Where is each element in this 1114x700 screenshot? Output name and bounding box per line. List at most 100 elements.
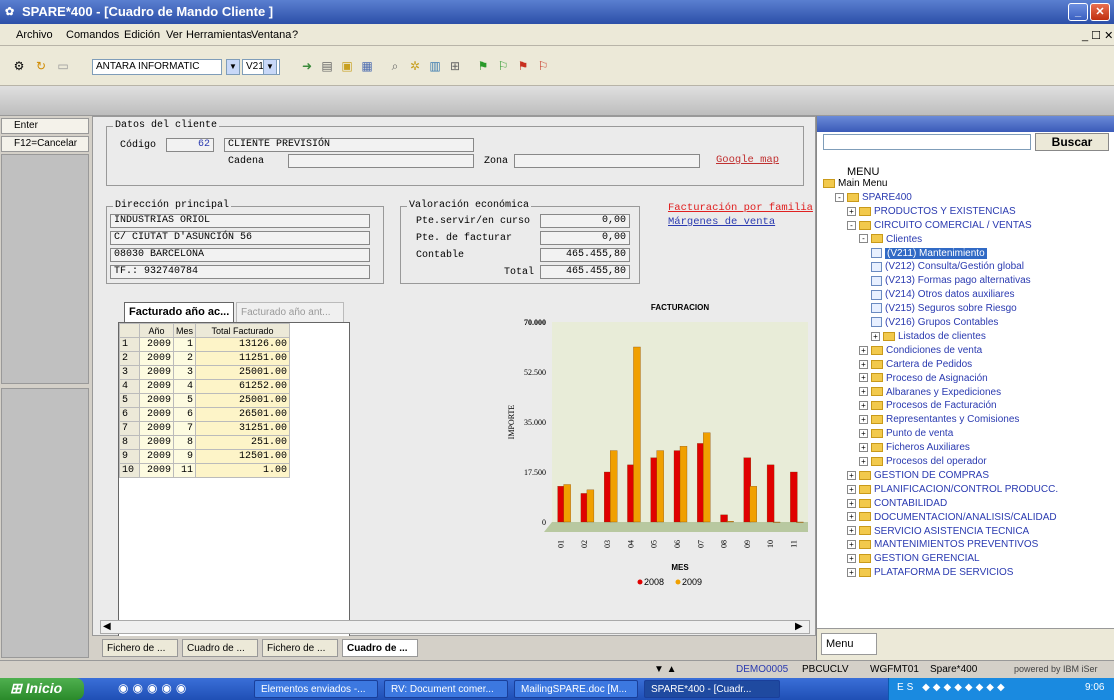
tree-item[interactable]: - CIRCUITO COMERCIAL / VENTAS [847,220,1032,231]
table-row[interactable]: 1 2009 1 13126.00 [119,337,291,352]
header-ano[interactable]: Año [139,323,174,338]
program-dropdown-button[interactable]: ▼ [263,59,277,75]
table-row[interactable]: 3 2009 3 25001.00 [119,365,291,380]
bottom-tab-fichero-2[interactable]: Fichero de ... [262,639,338,657]
filter-icon[interactable]: ⊞ [448,59,462,73]
expand-icon[interactable]: + [859,359,868,369]
document-icon[interactable]: ▤ [320,59,334,73]
table-row[interactable]: 8 2009 8 251.00 [119,435,291,450]
tree-item[interactable]: + MANTENIMIENTOS PREVENTIVOS [847,539,1038,550]
menu-ver[interactable]: Ver [166,29,183,41]
tree-item[interactable]: + PLANIFICACION/CONTROL PRODUCC. [847,484,1058,495]
tree-item[interactable]: + DOCUMENTACION/ANALISIS/CALIDAD [847,512,1057,523]
tree-item[interactable]: + PRODUCTOS Y EXISTENCIAS [847,206,1016,217]
menu-ventana[interactable]: Ventana [251,29,291,41]
expand-icon[interactable]: + [847,568,856,578]
stop-flag-icon[interactable]: ⚐ [536,59,550,73]
tree-item[interactable]: + Albaranes y Expediciones [859,387,1001,398]
minimize-button[interactable]: _ [1068,3,1088,21]
expand-icon[interactable]: + [847,554,856,564]
tree-item[interactable]: (V215) Seguros sobre Riesgo [871,303,1017,314]
facturacion-familia-link[interactable]: Facturación por familia [668,202,813,214]
expand-icon[interactable]: + [859,373,868,383]
google-map-link[interactable]: Google map [716,154,779,166]
bottom-tab-cuadro-1[interactable]: Cuadro de ... [182,639,258,657]
bottom-tab-cuadro-2[interactable]: Cuadro de ... [342,639,418,657]
horizontal-scrollbar[interactable]: ◀ ▶ [100,620,810,634]
scroll-left-icon[interactable]: ◀ [103,621,111,632]
tree-item[interactable]: (V213) Formas pago alternativas [871,275,1031,286]
green-flag-icon[interactable]: ⚑ [476,59,490,73]
mdi-controls-icon[interactable]: _ ☐ ✕ [1082,29,1113,42]
tree-item[interactable]: - Clientes [859,234,922,245]
expand-icon[interactable]: + [847,484,856,494]
direccion-line-1[interactable]: INDUSTRIAS ORIOL [110,214,370,228]
tree-item[interactable]: + GESTION GERENCIAL [847,553,980,564]
tree-item[interactable]: + PLATAFORMA DE SERVICIOS [847,567,1013,578]
direccion-line-2[interactable]: C/ CIUTAT D'ASUNCIÓN 56 [110,231,370,245]
expand-icon[interactable]: + [859,345,868,355]
table-row[interactable]: 10 2009 11 1.00 [119,463,291,478]
expand-icon[interactable]: + [847,512,856,522]
tray-icons[interactable]: ES ◆◆◆◆◆◆◆◆ [897,682,1008,693]
nombre-field[interactable]: CLIENTE PREVISIÓN [224,138,474,152]
start-button[interactable]: ⊞ Inicio [0,678,84,700]
table-row[interactable]: 7 2009 7 31251.00 [119,421,291,436]
table-row[interactable]: 4 2009 4 61252.00 [119,379,291,394]
header-total[interactable]: Total Facturado [195,323,291,338]
direccion-line-4[interactable]: TF.: 932740784 [110,265,370,279]
table-row[interactable]: 5 2009 5 25001.00 [119,393,291,408]
tree-item[interactable]: + Punto de venta [859,428,953,439]
menu-archivo[interactable]: Archivo [16,29,53,41]
red-flag-icon[interactable]: ⚑ [516,59,530,73]
tree-item[interactable]: (V212) Consulta/Gestión global [871,261,1024,272]
expand-icon[interactable]: + [859,387,868,397]
scroll-right-icon[interactable]: ▶ [795,621,803,632]
tree-item[interactable]: (V214) Otros datos auxiliares [871,289,1015,300]
menu-tab[interactable]: Menu [821,633,877,655]
margenes-venta-link[interactable]: Márgenes de venta [668,216,775,228]
tab-facturado-actual[interactable]: Facturado año ac... [124,302,234,322]
collapse-icon[interactable]: - [847,220,856,230]
zona-field[interactable] [514,154,700,168]
scroll-down-icon[interactable]: ▼ ▲ [654,664,677,675]
task-spare400[interactable]: SPARE*400 - [Cuadr... [644,680,780,698]
expand-icon[interactable]: + [859,401,868,411]
tree-item[interactable]: + Condiciones de venta [859,345,982,356]
tree-item[interactable]: Main Menu [823,178,887,189]
task-elementos[interactable]: Elementos enviados -... [254,680,378,698]
paste-icon[interactable]: ▦ [360,59,374,73]
expand-icon[interactable]: + [859,456,868,466]
table-row[interactable]: 9 2009 9 12501.00 [119,449,291,464]
copy-icon[interactable]: ▣ [340,59,354,73]
cadena-field[interactable] [288,154,474,168]
table-row[interactable]: 2 2009 2 11251.00 [119,351,291,366]
tree-item[interactable]: - SPARE400 [835,192,912,203]
expand-icon[interactable]: + [847,206,856,216]
tree-item[interactable]: + Listados de clientes [871,331,986,342]
header-mes[interactable]: Mes [172,323,197,338]
direccion-line-3[interactable]: 08030 BARCELONA [110,248,370,262]
refresh-icon[interactable]: ↻ [34,59,48,73]
expand-icon[interactable]: + [871,331,880,341]
tree-item[interactable]: + GESTION DE COMPRAS [847,470,989,481]
enter-button[interactable]: Enter [1,118,89,134]
tree-item[interactable]: + SERVICIO ASISTENCIA TECNICA [847,526,1029,537]
company-select[interactable]: ANTARA INFORMATIC [92,59,222,75]
menu-help[interactable]: ? [292,29,298,41]
search-icon[interactable]: ⌕ [388,59,402,73]
tree-item[interactable]: + Ficheros Auxiliares [859,442,970,453]
tree-item[interactable]: + CONTABILIDAD [847,498,947,509]
tree-item[interactable]: + Representantes y Comisiones [859,414,1019,425]
search-input[interactable] [823,134,1031,150]
expand-icon[interactable]: + [859,415,868,425]
expand-icon[interactable]: + [847,540,856,550]
arrow-icon[interactable]: ➜ [300,59,314,73]
chart-icon[interactable]: ▥ [428,59,442,73]
settings-icon[interactable]: ✲ [408,59,422,73]
company-dropdown-button[interactable]: ▼ [226,59,240,75]
config-icon[interactable]: ⚙ [12,59,26,73]
tree-item[interactable]: + Cartera de Pedidos [859,359,972,370]
tree-item[interactable]: (V211) Mantenimiento [871,247,987,259]
tree-item[interactable]: + Proceso de Asignación [859,373,988,384]
